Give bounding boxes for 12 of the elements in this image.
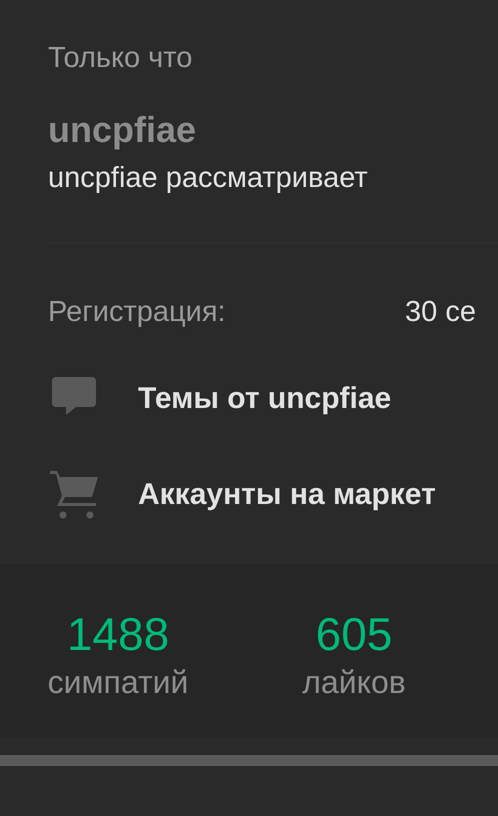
stat-count: 1488 bbox=[66, 607, 170, 662]
info-label: Регистрация: bbox=[48, 295, 227, 330]
profile-link[interactable]: Аккаунты на маркет bbox=[138, 478, 436, 512]
username: uncpfiae bbox=[48, 108, 198, 152]
stat-count: 605 bbox=[316, 607, 392, 662]
status-text: uncpfiae рассматривает bbox=[48, 161, 369, 196]
profile-link[interactable]: Темы от uncpfiae bbox=[138, 382, 392, 416]
info-value: 30 се bbox=[405, 295, 476, 330]
timestamp: Только что bbox=[48, 41, 194, 76]
stat-label: лайков bbox=[302, 663, 406, 702]
cart-icon bbox=[48, 469, 100, 521]
stat-label: симпатий bbox=[48, 663, 188, 702]
